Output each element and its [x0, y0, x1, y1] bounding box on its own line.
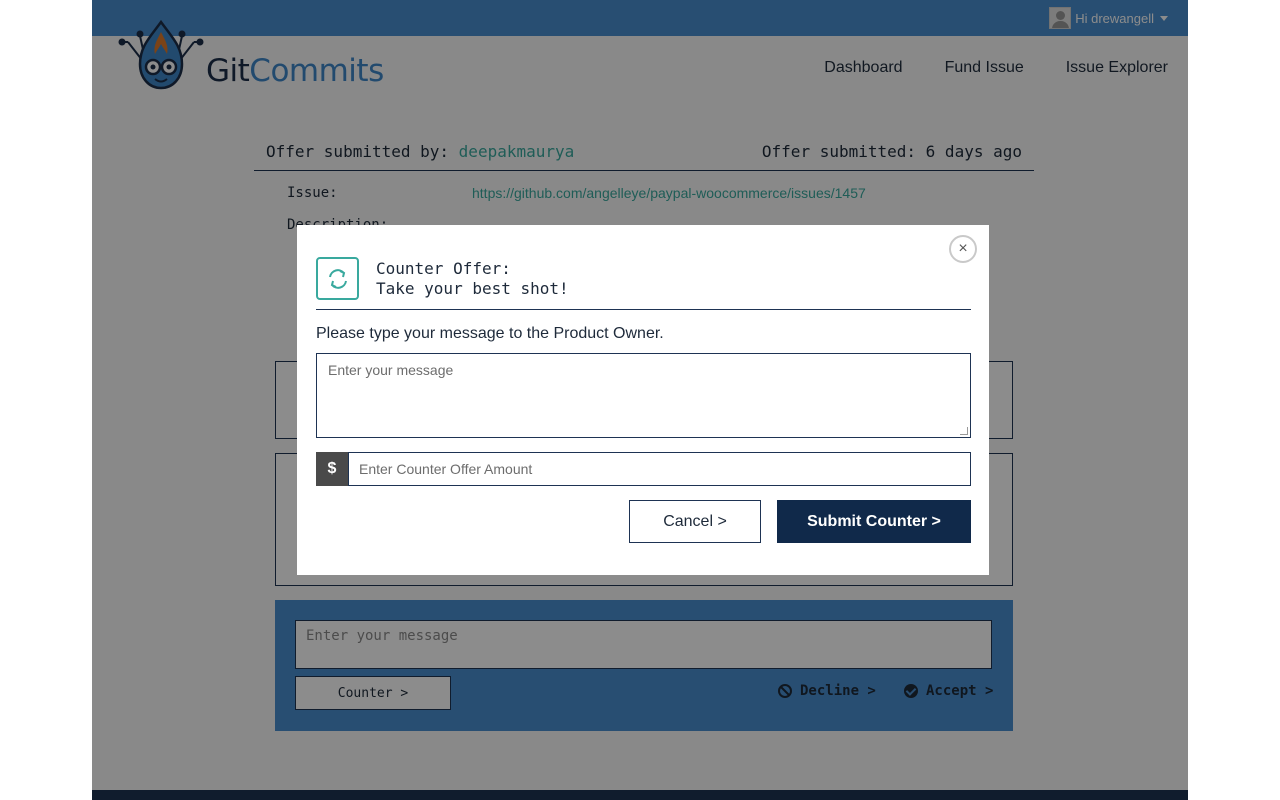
modal-divider: [316, 309, 971, 310]
close-icon[interactable]: ×: [949, 235, 977, 263]
modal-title-line1: Counter Offer:: [376, 259, 511, 278]
submit-counter-button[interactable]: Submit Counter >: [777, 500, 971, 543]
modal-title: Counter Offer: Take your best shot!: [376, 259, 569, 299]
modal-prompt: Please type your message to the Product …: [316, 325, 664, 342]
resize-handle[interactable]: [960, 427, 968, 435]
counter-message-placeholder: Enter your message: [328, 362, 454, 378]
currency-addon: $: [316, 452, 348, 486]
counter-message-input[interactable]: Enter your message: [316, 353, 971, 438]
counter-amount-group: $ Enter Counter Offer Amount: [316, 452, 971, 486]
counter-offer-modal: × Counter Offer: Take your best shot! Pl…: [297, 225, 989, 575]
counter-offer-icon: [316, 257, 359, 300]
counter-amount-input[interactable]: Enter Counter Offer Amount: [348, 452, 971, 486]
modal-title-line2: Take your best shot!: [376, 279, 569, 298]
cancel-button[interactable]: Cancel >: [629, 500, 761, 543]
